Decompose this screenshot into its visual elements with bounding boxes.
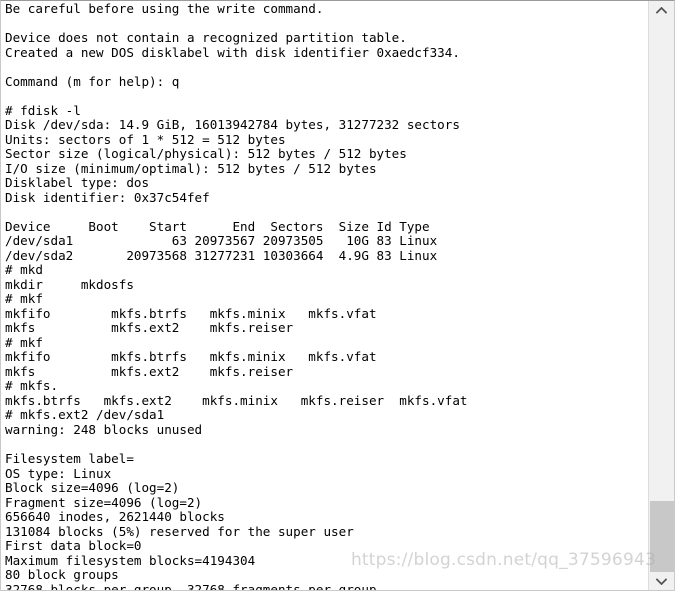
console-line: OS type: Linux	[5, 465, 112, 481]
console-line: Disk identifier: 0x37c54fef	[5, 189, 210, 205]
console-line: Be careful before using the write comman…	[5, 1, 324, 16]
console-line: mkfifo mkfs.btrfs mkfs.minix mkfs.vfat	[5, 349, 377, 365]
console-line: # fdisk -l	[5, 102, 81, 118]
console-line: 80 block groups	[5, 567, 119, 583]
console-line: mkdir mkdosfs	[5, 276, 134, 292]
console-line: Sector size (logical/physical): 512 byte…	[5, 146, 407, 162]
scroll-down-button[interactable]	[649, 572, 674, 590]
console-line: /dev/sda1 63 20973567 20973505 10G 83 Li…	[5, 233, 438, 249]
vertical-scrollbar[interactable]	[648, 1, 674, 590]
console-line: Block size=4096 (log=2)	[5, 480, 180, 496]
console-line: # mkf	[5, 334, 43, 350]
console-line: Maximum filesystem blocks=4194304	[5, 552, 256, 568]
console-line: First data block=0	[5, 538, 142, 554]
console-line: # mkd	[5, 262, 43, 278]
console-output[interactable]: Be careful before using the write comman…	[1, 1, 649, 590]
console-line: mkfs mkfs.ext2 mkfs.reiser	[5, 320, 294, 336]
console-line: 131084 blocks (5%) reserved for the supe…	[5, 523, 354, 539]
console-line: Fragment size=4096 (log=2)	[5, 494, 203, 510]
console-line: /dev/sda2 20973568 31277231 10303664 4.9…	[5, 247, 438, 263]
terminal-window: Be careful before using the write comman…	[0, 0, 675, 591]
console-line: mkfs.btrfs mkfs.ext2 mkfs.minix mkfs.rei…	[5, 392, 468, 408]
console-line: Created a new DOS disklabel with disk id…	[5, 44, 460, 60]
console-line: Units: sectors of 1 * 512 = 512 bytes	[5, 131, 286, 147]
console-line: # mkfs.ext2 /dev/sda1	[5, 407, 165, 423]
scrollbar-track[interactable]	[649, 19, 674, 572]
console-line: Disklabel type: dos	[5, 175, 150, 191]
chevron-down-icon	[656, 577, 667, 585]
console-line: mkfifo mkfs.btrfs mkfs.minix mkfs.vfat	[5, 305, 377, 321]
console-line: Command (m for help): q	[5, 73, 180, 89]
console-line: # mkf	[5, 291, 43, 307]
scroll-up-button[interactable]	[649, 1, 674, 19]
console-line: warning: 248 blocks unused	[5, 421, 203, 437]
console-line: mkfs mkfs.ext2 mkfs.reiser	[5, 363, 294, 379]
console-line: Device does not contain a recognized par…	[5, 30, 407, 46]
scrollbar-thumb[interactable]	[650, 501, 674, 572]
console-line: I/O size (minimum/optimal): 512 bytes / …	[5, 160, 377, 176]
console-line: # mkfs.	[5, 378, 59, 394]
console-line: Filesystem label=	[5, 450, 134, 466]
chevron-up-icon	[656, 6, 667, 14]
console-line: 656640 inodes, 2621440 blocks	[5, 509, 225, 525]
console-line: 32768 blocks per group, 32768 fragments …	[5, 581, 377, 590]
console-line: Device Boot Start End Sectors Size Id Ty…	[5, 218, 430, 234]
console-line: Disk /dev/sda: 14.9 GiB, 16013942784 byt…	[5, 117, 460, 133]
